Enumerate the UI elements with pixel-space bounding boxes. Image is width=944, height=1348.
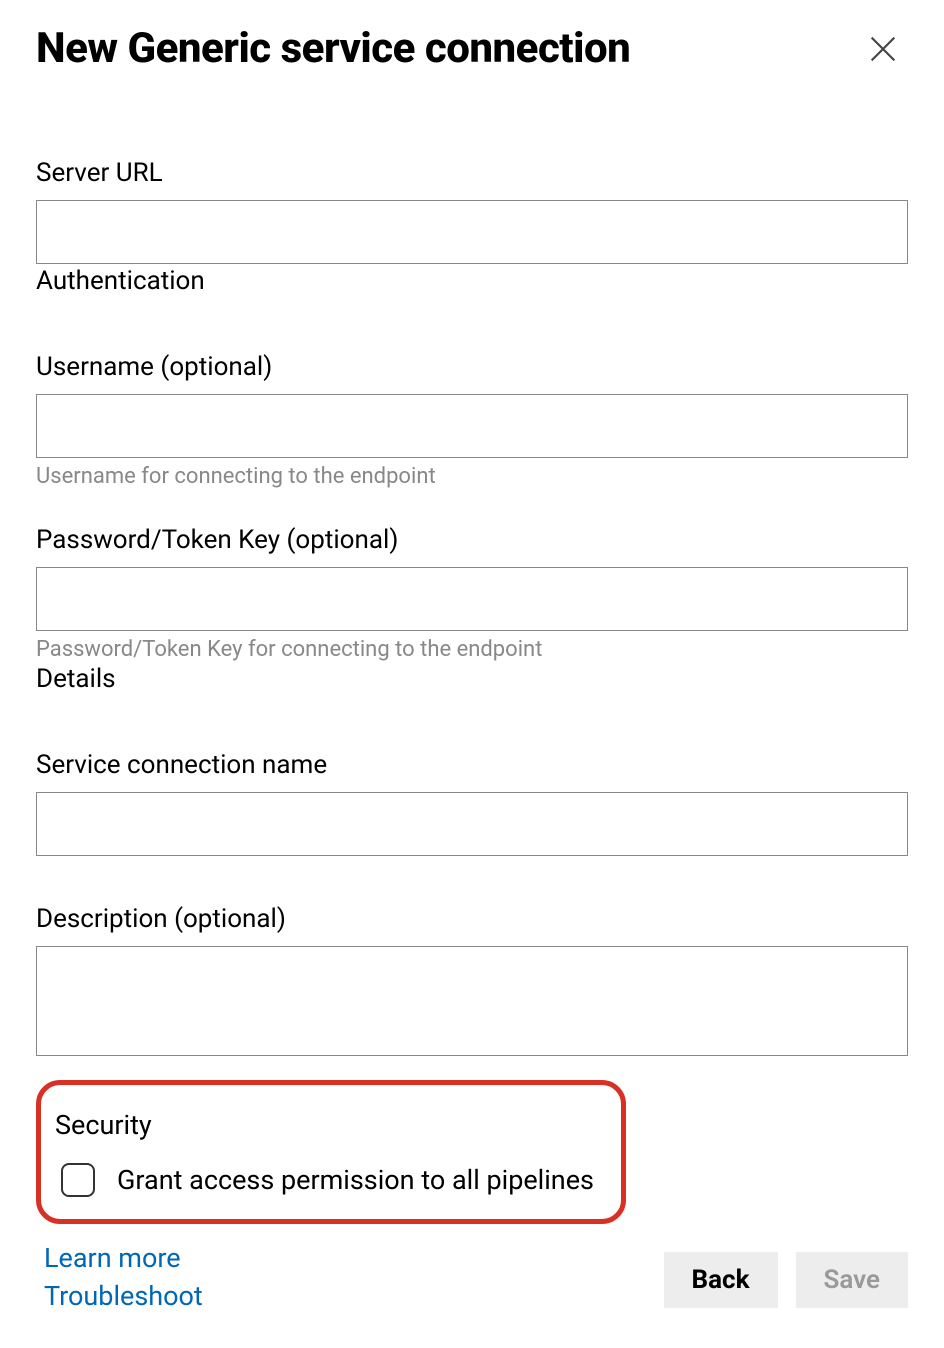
description-group: Description (optional) [36, 904, 908, 1060]
learn-more-link[interactable]: Learn more [44, 1242, 203, 1274]
grant-access-row: Grant access permission to all pipelines [61, 1163, 597, 1197]
username-group: Username (optional) Username for connect… [36, 352, 908, 489]
details-section-label: Details [36, 664, 908, 694]
back-button[interactable]: Back [664, 1252, 778, 1308]
username-helper: Username for connecting to the endpoint [36, 464, 908, 489]
password-helper: Password/Token Key for connecting to the… [36, 637, 908, 662]
description-input[interactable] [36, 946, 908, 1056]
description-label: Description (optional) [36, 904, 908, 934]
dialog-header: New Generic service connection [36, 24, 908, 74]
security-heading: Security [55, 1109, 597, 1141]
service-name-group: Service connection name [36, 750, 908, 856]
password-group: Password/Token Key (optional) Password/T… [36, 525, 908, 694]
security-section: Security Grant access permission to all … [36, 1080, 626, 1224]
close-button[interactable] [858, 24, 908, 74]
dialog-title: New Generic service connection [36, 26, 630, 72]
service-name-input[interactable] [36, 792, 908, 856]
dialog-footer: Learn more Troubleshoot Back Save [36, 1242, 908, 1312]
close-icon [866, 32, 900, 66]
server-url-label: Server URL [36, 158, 908, 188]
grant-access-checkbox[interactable] [61, 1163, 95, 1197]
save-button[interactable]: Save [796, 1252, 909, 1308]
authentication-section-label: Authentication [36, 266, 908, 296]
footer-links: Learn more Troubleshoot [36, 1242, 203, 1312]
password-label: Password/Token Key (optional) [36, 525, 908, 555]
service-name-label: Service connection name [36, 750, 908, 780]
footer-buttons: Back Save [664, 1252, 908, 1308]
server-url-input[interactable] [36, 200, 908, 264]
username-label: Username (optional) [36, 352, 908, 382]
grant-access-label: Grant access permission to all pipelines [117, 1164, 594, 1196]
username-input[interactable] [36, 394, 908, 458]
troubleshoot-link[interactable]: Troubleshoot [44, 1280, 203, 1312]
server-url-group: Server URL Authentication [36, 158, 908, 296]
password-input[interactable] [36, 567, 908, 631]
